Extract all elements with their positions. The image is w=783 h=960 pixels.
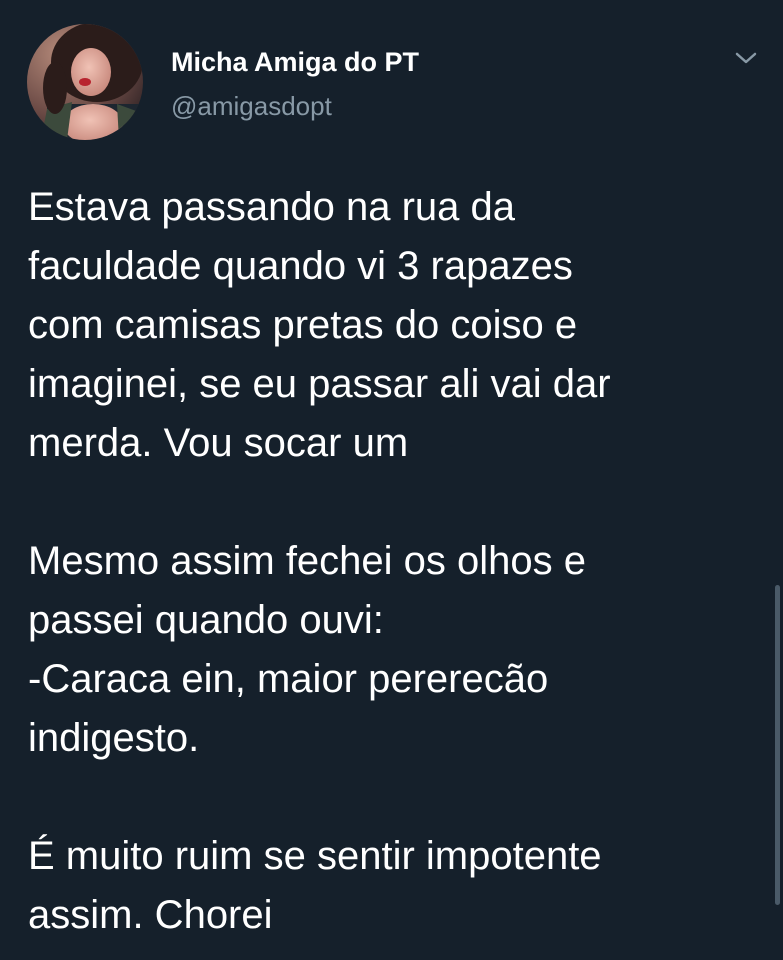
tweet-paragraph: É muito ruim se sentir impotente assim. … — [28, 827, 768, 945]
tweet-line: passei quando ouvi: — [28, 598, 384, 642]
scrollbar[interactable] — [775, 585, 780, 905]
tweet-line: imaginei, se eu passar ali vai dar — [28, 362, 611, 406]
tweet-line: indigesto. — [28, 716, 200, 760]
avatar-photo — [27, 24, 143, 140]
tweet-text: Estava passando na rua da faculdade quan… — [28, 178, 768, 945]
tweet-paragraph: Mesmo assim fechei os olhos e passei qua… — [28, 532, 768, 768]
tweet-line: com camisas pretas do coiso e — [28, 303, 578, 347]
tweet-line: assim. Chorei — [28, 893, 273, 937]
author-handle[interactable]: @amigasdopt — [171, 88, 332, 124]
tweet-line: É muito ruim se sentir impotente — [28, 834, 602, 878]
tweet-line: -Caraca ein, maior pererecão — [28, 657, 549, 701]
avatar[interactable] — [27, 24, 143, 140]
author-display-name[interactable]: Micha Amiga do PT — [171, 44, 419, 80]
chevron-down-icon[interactable] — [733, 45, 759, 71]
tweet-paragraph: Estava passando na rua da faculdade quan… — [28, 178, 768, 473]
tweet-line: Estava passando na rua da — [28, 185, 516, 229]
tweet-card: Micha Amiga do PT @amigasdopt Estava pas… — [0, 0, 783, 960]
tweet-line: merda. Vou socar um — [28, 421, 409, 465]
tweet-line: faculdade quando vi 3 rapazes — [28, 244, 573, 288]
tweet-line: Mesmo assim fechei os olhos e — [28, 539, 587, 583]
